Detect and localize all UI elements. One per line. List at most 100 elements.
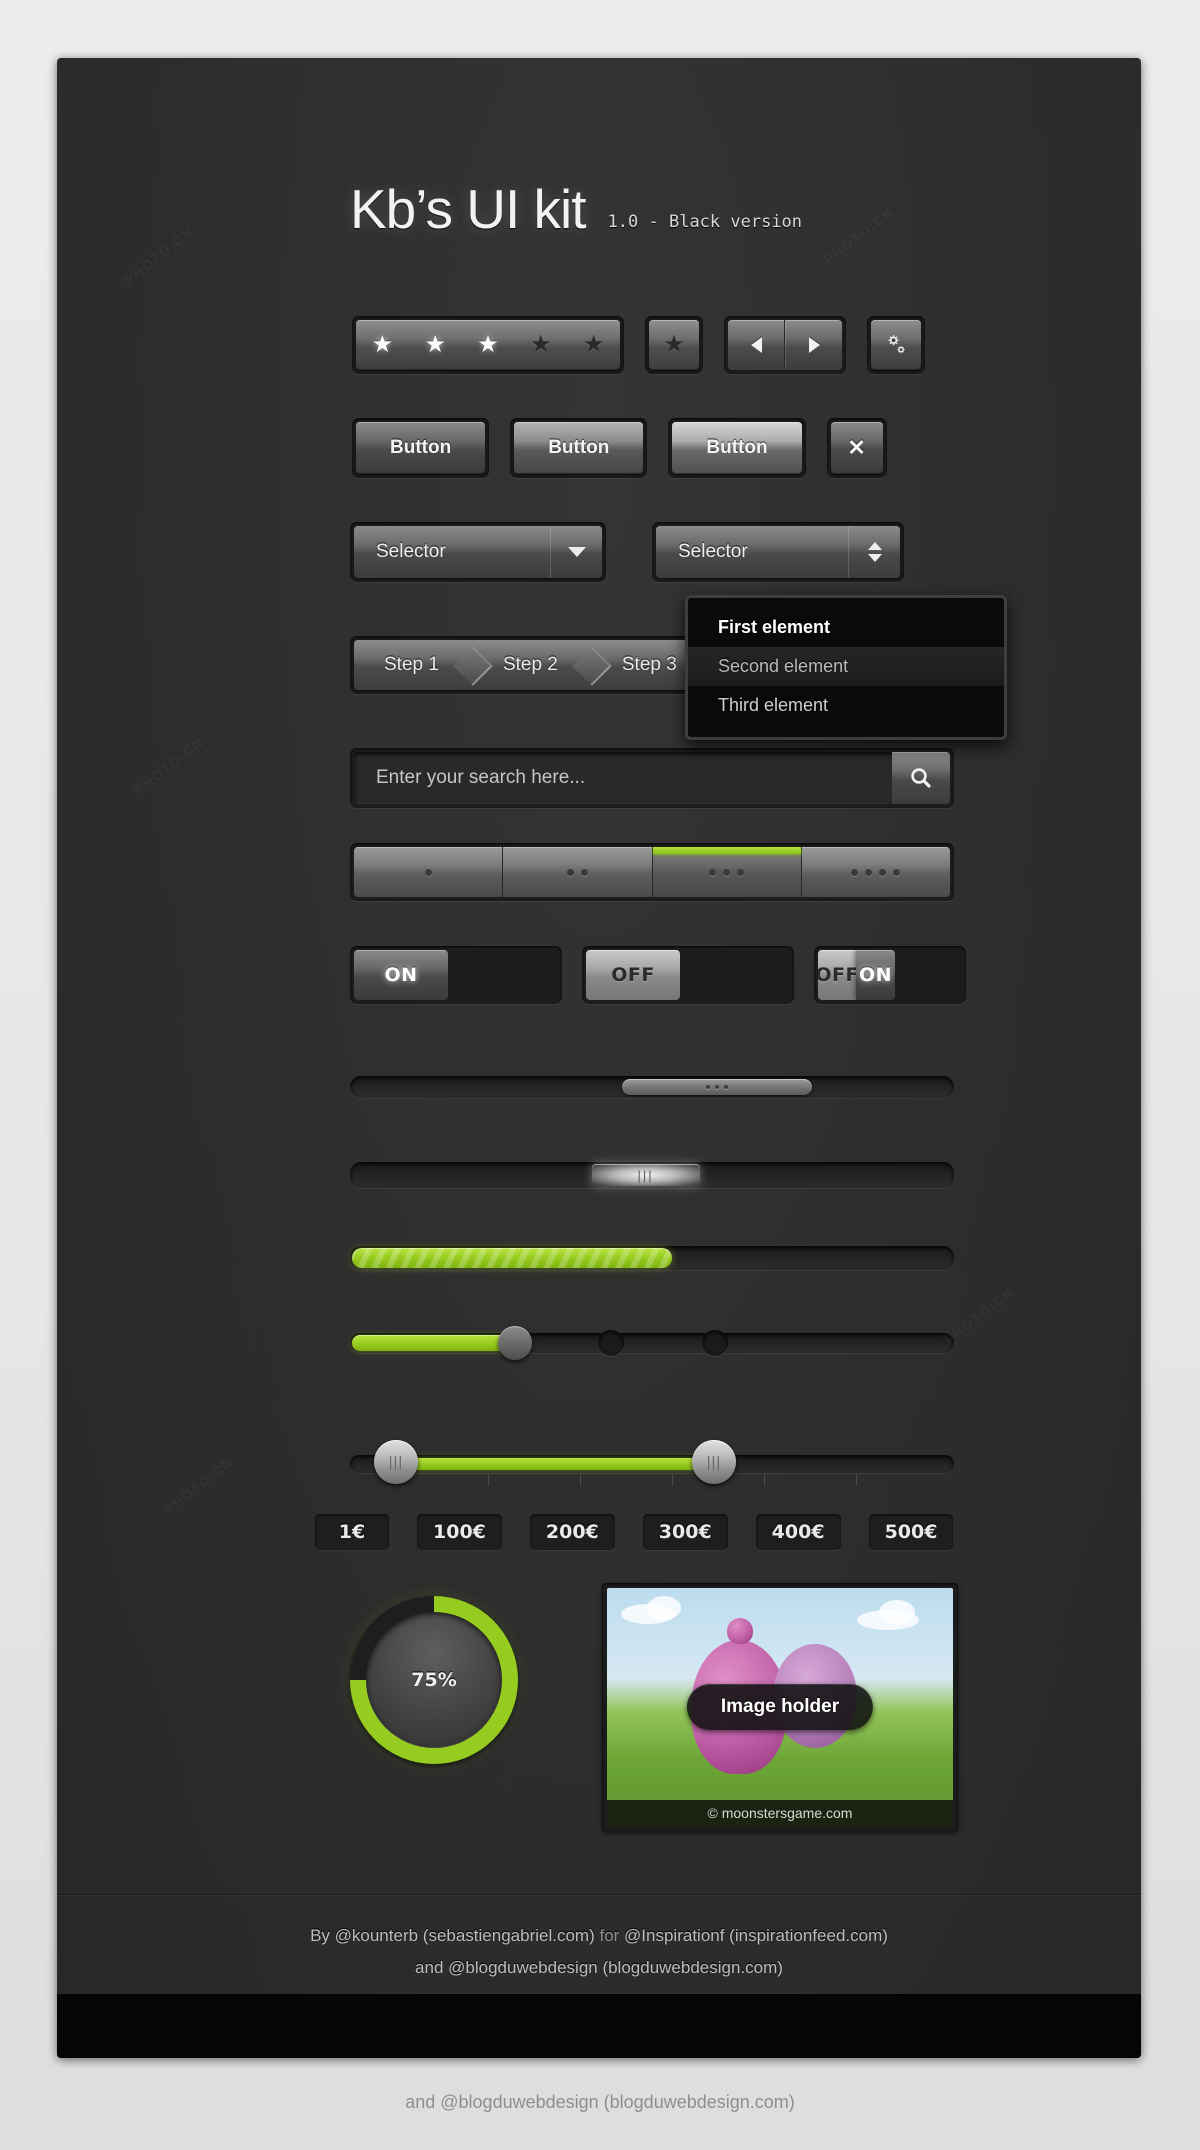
watermark: PHOTO.CN (131, 733, 208, 798)
radial-progress-inner: 75% (366, 1612, 502, 1748)
kit-header: Kb’s UI kit 1.0 - Black version (350, 182, 802, 237)
breadcrumb: Step 1 Step 2 Step 3 (350, 636, 715, 694)
page-bottom-caption: and @blogduwebdesign (blogduwebdesign.co… (405, 2092, 795, 2112)
toggle-pair[interactable]: OFF ON (814, 946, 966, 1004)
button-3[interactable]: Button (668, 418, 806, 478)
star-icon[interactable]: ★ (372, 333, 394, 357)
settings-button[interactable] (867, 316, 925, 374)
selector-dropdown[interactable]: Selector (350, 522, 606, 582)
dropdown-item-third[interactable]: Third element (688, 686, 1004, 725)
image-holder-label: Image holder (686, 1684, 874, 1730)
search-button[interactable] (892, 752, 950, 804)
scrollbar-glow-thumb[interactable]: ||| (591, 1164, 700, 1186)
toggle-off-knob[interactable]: OFF (586, 950, 680, 1000)
row-toggles: ON OFF OFF ON (350, 946, 966, 1004)
star-icon[interactable]: ★ (530, 333, 552, 357)
watermark: PHOTO.CN (821, 203, 898, 268)
chevron-left-icon (750, 337, 762, 353)
dropdown-menu[interactable]: First element Second element Third eleme… (685, 595, 1007, 740)
slider-empty-handle[interactable] (702, 1330, 728, 1356)
price-label: 100€ (417, 1514, 502, 1550)
breadcrumb-step-1[interactable]: Step 1 (354, 640, 473, 690)
range-tick (488, 1474, 489, 1486)
chevron-down-icon[interactable] (867, 554, 882, 562)
prev-button[interactable] (728, 320, 785, 370)
image-holder[interactable]: Image holder © moonstersgame.com (602, 1583, 958, 1831)
grip-lines-icon: ||| (388, 1453, 404, 1471)
selector-stepper[interactable]: Selector (652, 522, 904, 582)
pager-arrows-face (728, 320, 842, 370)
toggle-off-face: OFF (586, 950, 680, 1000)
toggle-off[interactable]: OFF (582, 946, 794, 1004)
row-rating-controls: ★ ★ ★ ★ ★ ★ (352, 316, 925, 374)
chevron-right-icon (808, 337, 820, 353)
volume-slider-handle[interactable] (498, 1326, 532, 1360)
watermark: PHOTO.CN (121, 223, 198, 288)
star-icon[interactable]: ★ (583, 333, 605, 357)
next-button[interactable] (785, 320, 842, 370)
range-tick (580, 1474, 581, 1486)
button-1-label: Button (356, 422, 486, 474)
footer-line-2[interactable]: and @blogduwebdesign (blogduwebdesign.co… (57, 1952, 1141, 1984)
grip-dot-icon (714, 1085, 719, 1089)
watermark: PHOTO.CN (161, 1453, 238, 1518)
chevron-up-icon[interactable] (867, 542, 882, 550)
pager-arrows[interactable] (724, 316, 846, 374)
dot-icon (709, 868, 717, 876)
dot-icon (424, 868, 432, 876)
segmented-cell-2[interactable] (503, 847, 653, 897)
search-input[interactable] (354, 752, 892, 804)
dot-icon (737, 868, 745, 876)
toggle-pair-face: OFF ON (818, 950, 895, 1000)
dropdown-item-second[interactable]: Second element (688, 647, 1004, 686)
star-icon[interactable]: ★ (424, 333, 446, 357)
segmented-cell-1[interactable] (354, 847, 504, 897)
scrollbar-grip-dots[interactable] (350, 1076, 954, 1098)
footer-black-band (57, 1994, 1141, 2058)
chevron-down-icon (567, 547, 586, 557)
footer-client[interactable]: @Inspirationf (inspirationfeed.com) (624, 1926, 888, 1945)
scrollbar-glow[interactable]: ||| (350, 1162, 954, 1188)
price-label: 200€ (529, 1514, 615, 1550)
cloud-shape (647, 1596, 681, 1620)
toggle-on-knob[interactable]: ON (354, 950, 448, 1000)
price-range-handle-high[interactable]: ||| (692, 1440, 736, 1484)
star-icon[interactable]: ★ (477, 333, 499, 357)
radial-progress: 75% (350, 1596, 518, 1764)
image-holder-canvas: Image holder © moonstersgame.com (607, 1588, 953, 1826)
grip-lines-icon: ||| (706, 1453, 722, 1471)
scrollbar-thumb[interactable] (621, 1079, 812, 1095)
price-range-handle-low[interactable]: ||| (374, 1440, 418, 1484)
segmented-cell-4[interactable] (801, 847, 950, 897)
footer-author[interactable]: By @kounterb (sebastiengabriel.com) (310, 1926, 595, 1945)
price-label: 300€ (642, 1514, 728, 1550)
grip-dot-icon (723, 1085, 728, 1089)
grip-lines-icon: ||| (637, 1167, 654, 1183)
selector-dropdown-toggle[interactable] (550, 526, 602, 578)
toggle-pair-on[interactable]: ON (856, 950, 895, 1000)
button-1[interactable]: Button (352, 418, 490, 478)
segmented-cell-3-active[interactable] (652, 847, 802, 897)
dot-icon (580, 868, 588, 876)
slider-empty-handle[interactable] (598, 1330, 624, 1356)
star-rating[interactable]: ★ ★ ★ ★ ★ (352, 316, 624, 374)
dot-icon (566, 868, 574, 876)
page-root: Kb’s UI kit 1.0 - Black version ★ ★ ★ ★ … (0, 0, 1200, 2150)
close-button[interactable]: ✕ (826, 418, 887, 478)
image-holder-credit: © moonstersgame.com (607, 1800, 953, 1826)
toggle-on[interactable]: ON (350, 946, 562, 1004)
search-bar (350, 748, 954, 808)
dropdown-item-first[interactable]: First element (688, 608, 1004, 647)
favorite-button[interactable]: ★ (645, 316, 703, 374)
star-icon: ★ (663, 331, 685, 358)
dot-icon (851, 868, 859, 876)
selector-dropdown-face: Selector (354, 526, 602, 578)
row-selectors: Selector Selector (350, 522, 904, 582)
volume-slider[interactable] (350, 1326, 954, 1360)
dot-icon (879, 868, 887, 876)
price-range-slider[interactable]: ||| ||| (350, 1440, 954, 1486)
selector-stepper-controls[interactable] (848, 526, 900, 578)
button-3-label: Button (672, 422, 802, 474)
button-2[interactable]: Button (510, 418, 648, 478)
toggle-pair-off[interactable]: OFF (818, 950, 858, 1000)
